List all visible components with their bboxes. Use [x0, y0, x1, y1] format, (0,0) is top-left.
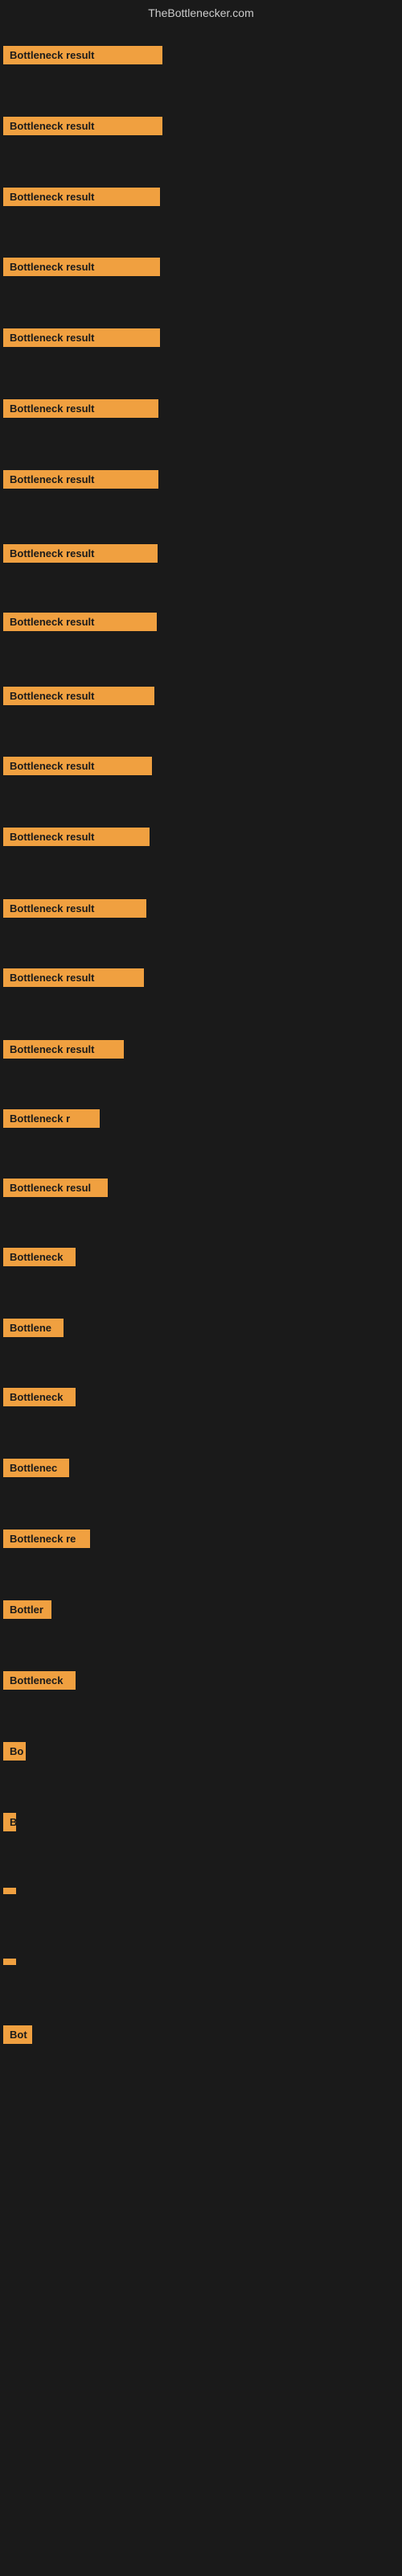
bottleneck-item: Bottleneck	[3, 1248, 76, 1270]
bottleneck-item: B	[3, 1813, 16, 1835]
bottleneck-label: Bottleneck result	[3, 828, 150, 846]
bottleneck-item: Bottleneck	[3, 1388, 76, 1410]
bottleneck-item: Bottleneck result	[3, 544, 158, 567]
bottleneck-label: Bottlenec	[3, 1459, 69, 1477]
bottleneck-label: Bottlene	[3, 1319, 64, 1337]
bottleneck-label: Bottleneck result	[3, 470, 158, 489]
bottleneck-label: Bottleneck result	[3, 188, 160, 206]
bottleneck-item: Bo	[3, 1742, 26, 1765]
bottleneck-item: Bottleneck result	[3, 1040, 124, 1063]
bottleneck-item: Bottleneck result	[3, 188, 160, 210]
bottleneck-item: Bottleneck result	[3, 899, 146, 922]
bottleneck-label: Bottleneck	[3, 1671, 76, 1690]
bottleneck-item: Bottleneck result	[3, 399, 158, 422]
bottleneck-item: Bottleneck resul	[3, 1179, 108, 1201]
bottleneck-item: Bottleneck re	[3, 1530, 90, 1552]
bottleneck-item: Bot	[3, 2025, 32, 2048]
bottleneck-item: Bottleneck result	[3, 470, 158, 493]
bottleneck-label: B	[3, 1813, 16, 1831]
bottleneck-label: Bottler	[3, 1600, 51, 1619]
bottleneck-item: Bottleneck result	[3, 328, 160, 351]
bottleneck-label: Bottleneck result	[3, 757, 152, 775]
bottleneck-label: Bottleneck	[3, 1248, 76, 1266]
bottleneck-item: Bottleneck result	[3, 258, 160, 280]
bottleneck-item: Bottler	[3, 1600, 51, 1623]
bottleneck-item: Bottlene	[3, 1319, 64, 1341]
bottleneck-label: Bottleneck result	[3, 899, 146, 918]
bottleneck-label: Bottleneck result	[3, 46, 162, 64]
bottleneck-item: Bottleneck result	[3, 687, 154, 709]
bottleneck-label	[3, 1959, 16, 1965]
bottleneck-label: Bottleneck result	[3, 328, 160, 347]
bottleneck-item: Bottleneck r	[3, 1109, 100, 1132]
site-title: TheBottlenecker.com	[148, 6, 254, 19]
bottleneck-label: Bottleneck resul	[3, 1179, 108, 1197]
bottleneck-label: Bottleneck result	[3, 687, 154, 705]
bottleneck-label	[3, 1888, 16, 1894]
bottleneck-item: Bottleneck result	[3, 968, 144, 991]
bottleneck-item	[3, 1955, 16, 1969]
bottleneck-item	[3, 1884, 16, 1898]
bottleneck-label: Bottleneck result	[3, 399, 158, 418]
bottleneck-item: Bottleneck result	[3, 828, 150, 850]
bottleneck-label: Bottleneck result	[3, 968, 144, 987]
bottleneck-label: Bottleneck result	[3, 1040, 124, 1059]
bottleneck-label: Bottleneck	[3, 1388, 76, 1406]
bottleneck-item: Bottleneck result	[3, 757, 152, 779]
bottleneck-item: Bottlenec	[3, 1459, 69, 1481]
bottleneck-item: Bottleneck	[3, 1671, 76, 1694]
bottleneck-item: Bottleneck result	[3, 46, 162, 68]
bottleneck-label: Bottleneck result	[3, 258, 160, 276]
bottleneck-label: Bottleneck re	[3, 1530, 90, 1548]
bottleneck-item: Bottleneck result	[3, 117, 162, 139]
site-header: TheBottlenecker.com	[0, 0, 402, 23]
bottleneck-item: Bottleneck result	[3, 613, 157, 635]
bottleneck-label: Bottleneck result	[3, 117, 162, 135]
bottleneck-label: Bottleneck r	[3, 1109, 100, 1128]
bottleneck-label: Bottleneck result	[3, 544, 158, 563]
bottleneck-label: Bo	[3, 1742, 26, 1761]
bottleneck-label: Bottleneck result	[3, 613, 157, 631]
bottleneck-label: Bot	[3, 2025, 32, 2044]
